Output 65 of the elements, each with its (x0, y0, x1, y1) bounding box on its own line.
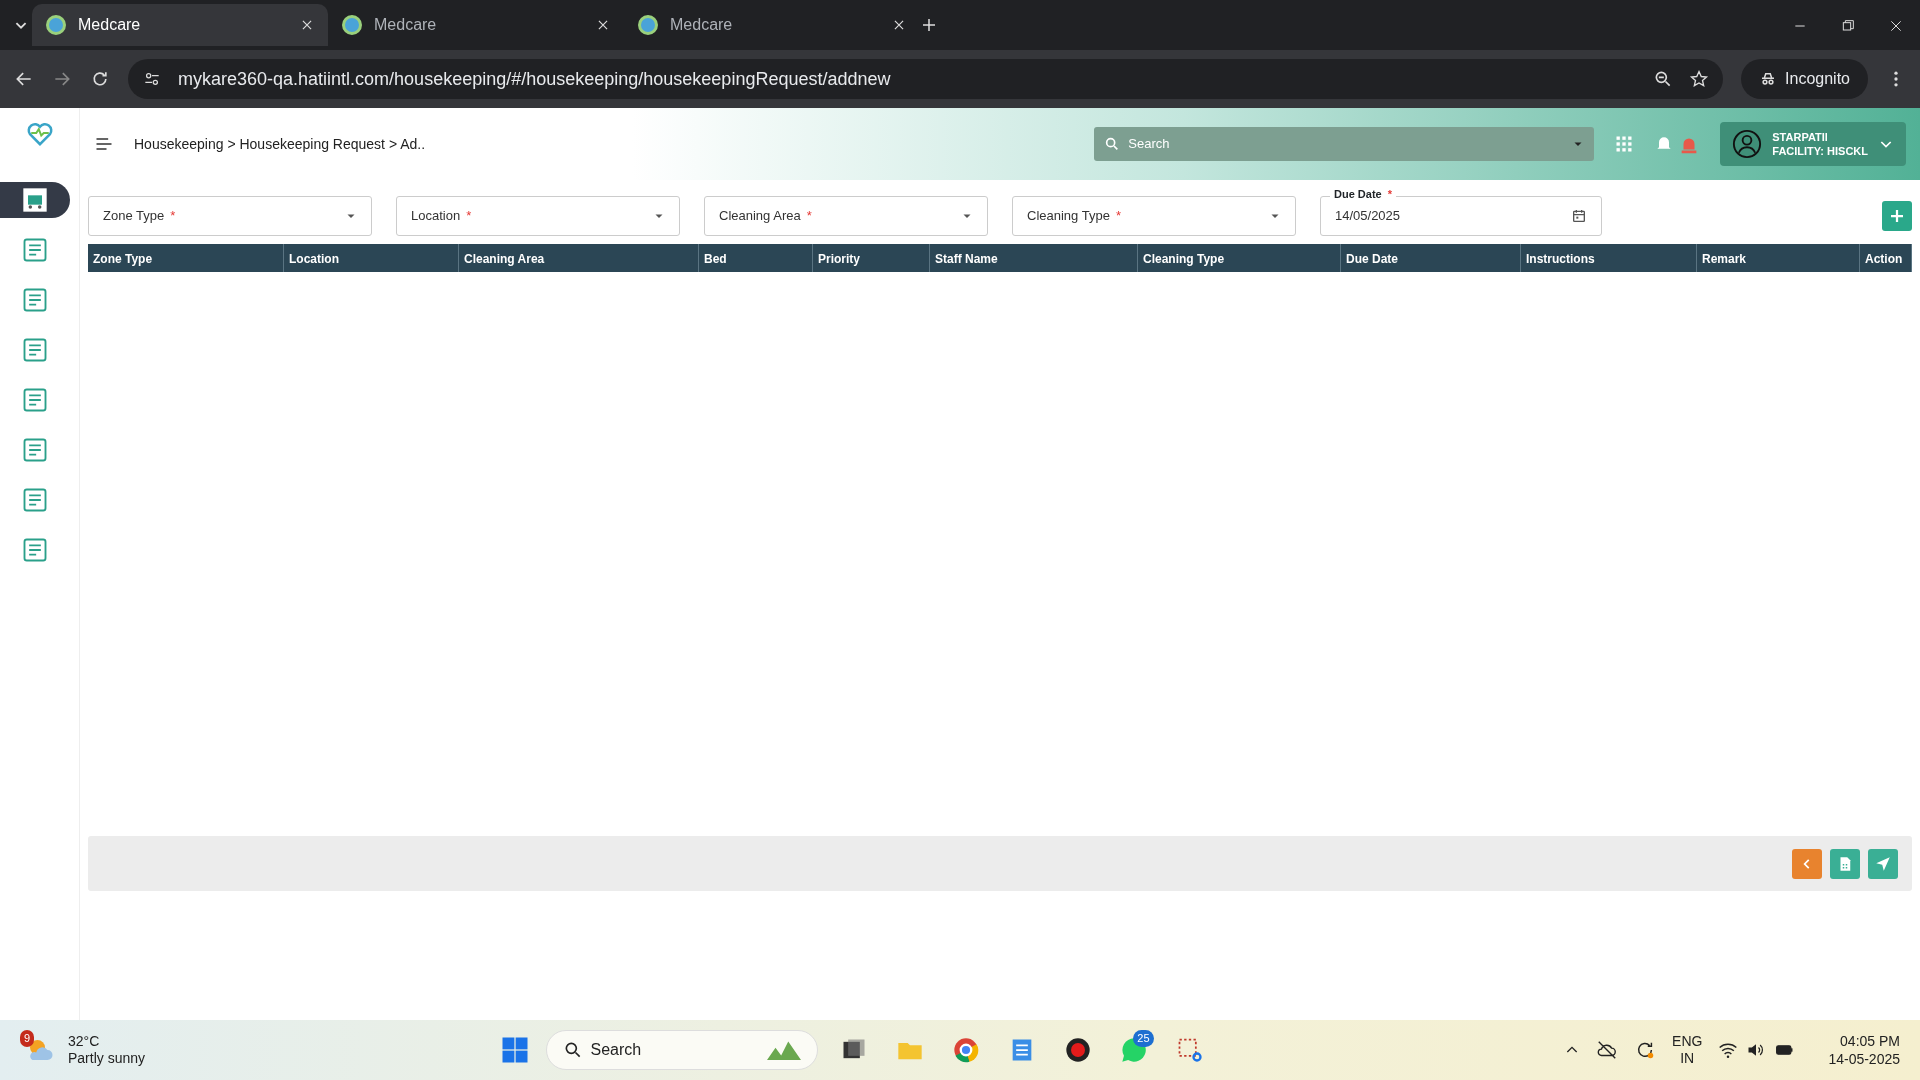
required-marker: * (806, 208, 812, 224)
column-header: Due Date (1341, 244, 1521, 272)
dropdown-field[interactable]: Location * (396, 196, 680, 236)
reload-icon[interactable] (90, 69, 110, 89)
module-icon (21, 386, 49, 414)
calendar-icon (1571, 208, 1587, 224)
column-header: Action (1860, 244, 1912, 272)
column-header: Zone Type (88, 244, 284, 272)
user-menu[interactable]: STARPATIl FACILITY: HISCKL (1720, 122, 1906, 166)
plus-icon (1888, 207, 1906, 225)
column-header: Location (284, 244, 459, 272)
dropdown-field[interactable]: Zone Type * (88, 196, 372, 236)
globe-icon (342, 15, 362, 35)
module-icon (21, 436, 49, 464)
user-name: STARPATIl (1772, 129, 1829, 144)
chrome-icon[interactable] (951, 1036, 980, 1064)
required-marker: * (466, 208, 472, 224)
close-icon[interactable] (596, 18, 610, 32)
close-icon[interactable] (300, 18, 314, 32)
clock[interactable]: 04:05 PM 14-05-2025 (1828, 1031, 1900, 1069)
required-marker: * (1115, 208, 1121, 224)
incognito-button[interactable]: Incognito (1741, 59, 1868, 99)
browser-tab[interactable]: Medcare (32, 4, 328, 46)
notification-badge: 25 (1133, 1030, 1154, 1047)
taskbar-search-field[interactable]: Search (545, 1030, 818, 1070)
module-icon (21, 286, 49, 314)
landscape-drawing (766, 1040, 801, 1060)
globe-icon (46, 15, 66, 35)
star-icon[interactable] (1689, 69, 1710, 89)
restore-icon[interactable] (1840, 17, 1856, 34)
module-icon (21, 336, 49, 364)
browser-tab[interactable]: Medcare (328, 4, 624, 46)
dropdown-field[interactable]: Cleaning Area * (704, 196, 988, 236)
plus-icon[interactable] (920, 16, 938, 34)
browser-tab[interactable]: Medcare (624, 4, 920, 46)
close-icon[interactable] (892, 18, 906, 32)
dropdown-field[interactable]: Cleaning Type * (1012, 196, 1296, 236)
module-icon (21, 486, 49, 514)
column-header: Remark (1697, 244, 1860, 272)
save-button[interactable] (1830, 848, 1860, 879)
record-icon[interactable] (1063, 1036, 1092, 1064)
add-button[interactable] (1882, 201, 1912, 231)
temperature-label: 32°C (68, 1033, 101, 1050)
column-header: Staff Name (930, 244, 1138, 272)
column-header: Priority (813, 244, 930, 272)
breadcrumb: Housekeeping > Housekeeping Request > Ad.. (134, 134, 426, 154)
send-button[interactable] (1868, 848, 1898, 879)
sidebar-item[interactable] (0, 182, 70, 218)
column-header: Bed (699, 244, 813, 272)
column-header: Cleaning Type (1138, 244, 1341, 272)
language-indicator[interactable]: ENG IN (1672, 1033, 1703, 1067)
module-icon (21, 186, 49, 214)
required-marker: * (170, 208, 176, 224)
column-header: Cleaning Area (459, 244, 699, 272)
send-icon (1874, 854, 1892, 873)
facility-label: FACILITY: HISCKL (1772, 144, 1868, 159)
globe-icon (638, 15, 658, 35)
notification-badge: 9 (20, 1030, 35, 1047)
column-header: Instructions (1521, 244, 1697, 272)
module-icon (21, 236, 49, 264)
search-icon (1104, 136, 1121, 152)
user-avatar-icon (1732, 129, 1763, 159)
weather-label: Partly sunny (68, 1050, 146, 1067)
module-icon (21, 536, 49, 564)
cloud-off-icon[interactable] (1596, 1039, 1619, 1061)
